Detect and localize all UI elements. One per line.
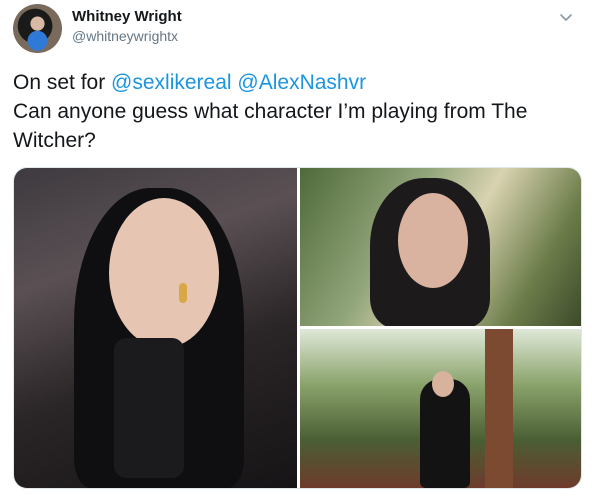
photo-portrait-trees[interactable]	[300, 168, 581, 326]
photo-portrait-closeup[interactable]	[14, 168, 297, 488]
mention-alexnashvr[interactable]: @AlexNashvr	[237, 71, 366, 94]
mention-sexlikereal[interactable]: @sexlikereal	[111, 71, 232, 94]
author-display-name[interactable]: Whitney Wright	[72, 8, 182, 25]
media-grid	[13, 167, 582, 489]
author-handle[interactable]: @whitneywrightx	[72, 28, 178, 44]
tweet-body: Can anyone guess what character I’m play…	[13, 100, 528, 152]
avatar[interactable]	[13, 4, 62, 53]
tweet-prefix: On set for	[13, 71, 112, 94]
chevron-down-icon[interactable]	[558, 9, 574, 25]
photo-full-body-pillar[interactable]	[300, 329, 581, 488]
tweet-text: On set for @sexlikereal @AlexNashvr Can …	[13, 68, 579, 155]
